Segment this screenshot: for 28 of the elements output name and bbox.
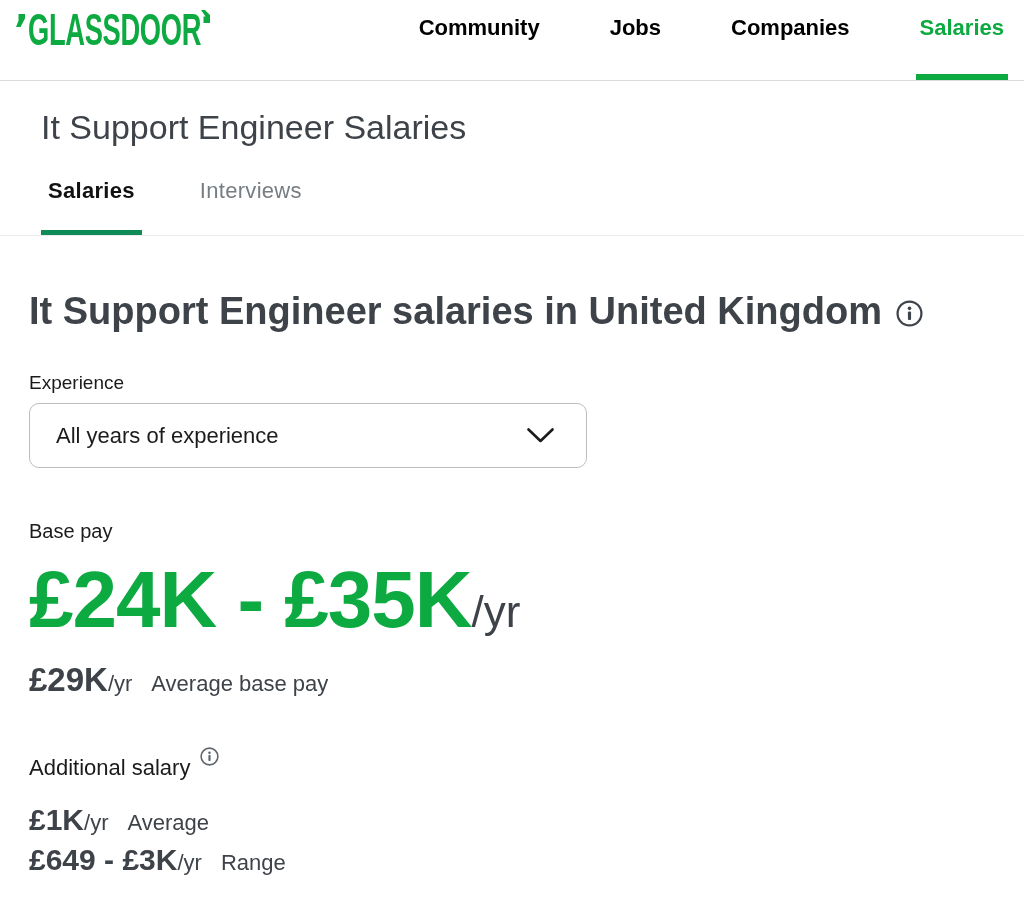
pay-amount: £649 - £3K <box>29 842 178 878</box>
section-heading: It Support Engineer salaries in United Kingdom <box>29 289 882 334</box>
chevron-down-icon <box>527 428 554 443</box>
nav-link[interactable]: Community <box>414 0 544 80</box>
quote-mark-icon <box>15 14 25 27</box>
info-icon[interactable] <box>200 747 220 766</box>
experience-dropdown[interactable]: All years of experience <box>29 403 587 468</box>
unit-label: /yr <box>177 849 202 877</box>
unit-label: /yr <box>471 587 521 636</box>
pay-description: Range <box>220 849 286 877</box>
unit-label: /yr <box>107 671 133 698</box>
tab[interactable]: Interviews <box>192 167 309 235</box>
info-icon[interactable] <box>896 299 923 327</box>
pay-amount: £1K <box>29 802 85 838</box>
field-label: Experience <box>29 372 125 394</box>
logo-text: GLASSDOOR <box>28 12 202 48</box>
nav-link[interactable]: Jobs <box>605 0 665 80</box>
section-label: Base pay <box>29 519 113 543</box>
pay-amount: £29K <box>29 660 108 700</box>
pay-description: Average base pay <box>151 670 329 698</box>
section-label: Additional salary <box>29 755 191 781</box>
quote-mark-icon <box>201 10 210 23</box>
page-title: It Support Engineer Salaries <box>41 107 467 147</box>
tab[interactable]: Salaries <box>41 167 142 235</box>
unit-label: /yr <box>84 809 109 837</box>
nav-link[interactable]: Companies <box>727 0 854 80</box>
pay-range: £24K - £35K <box>29 555 472 644</box>
pay-description: Average <box>127 809 210 837</box>
